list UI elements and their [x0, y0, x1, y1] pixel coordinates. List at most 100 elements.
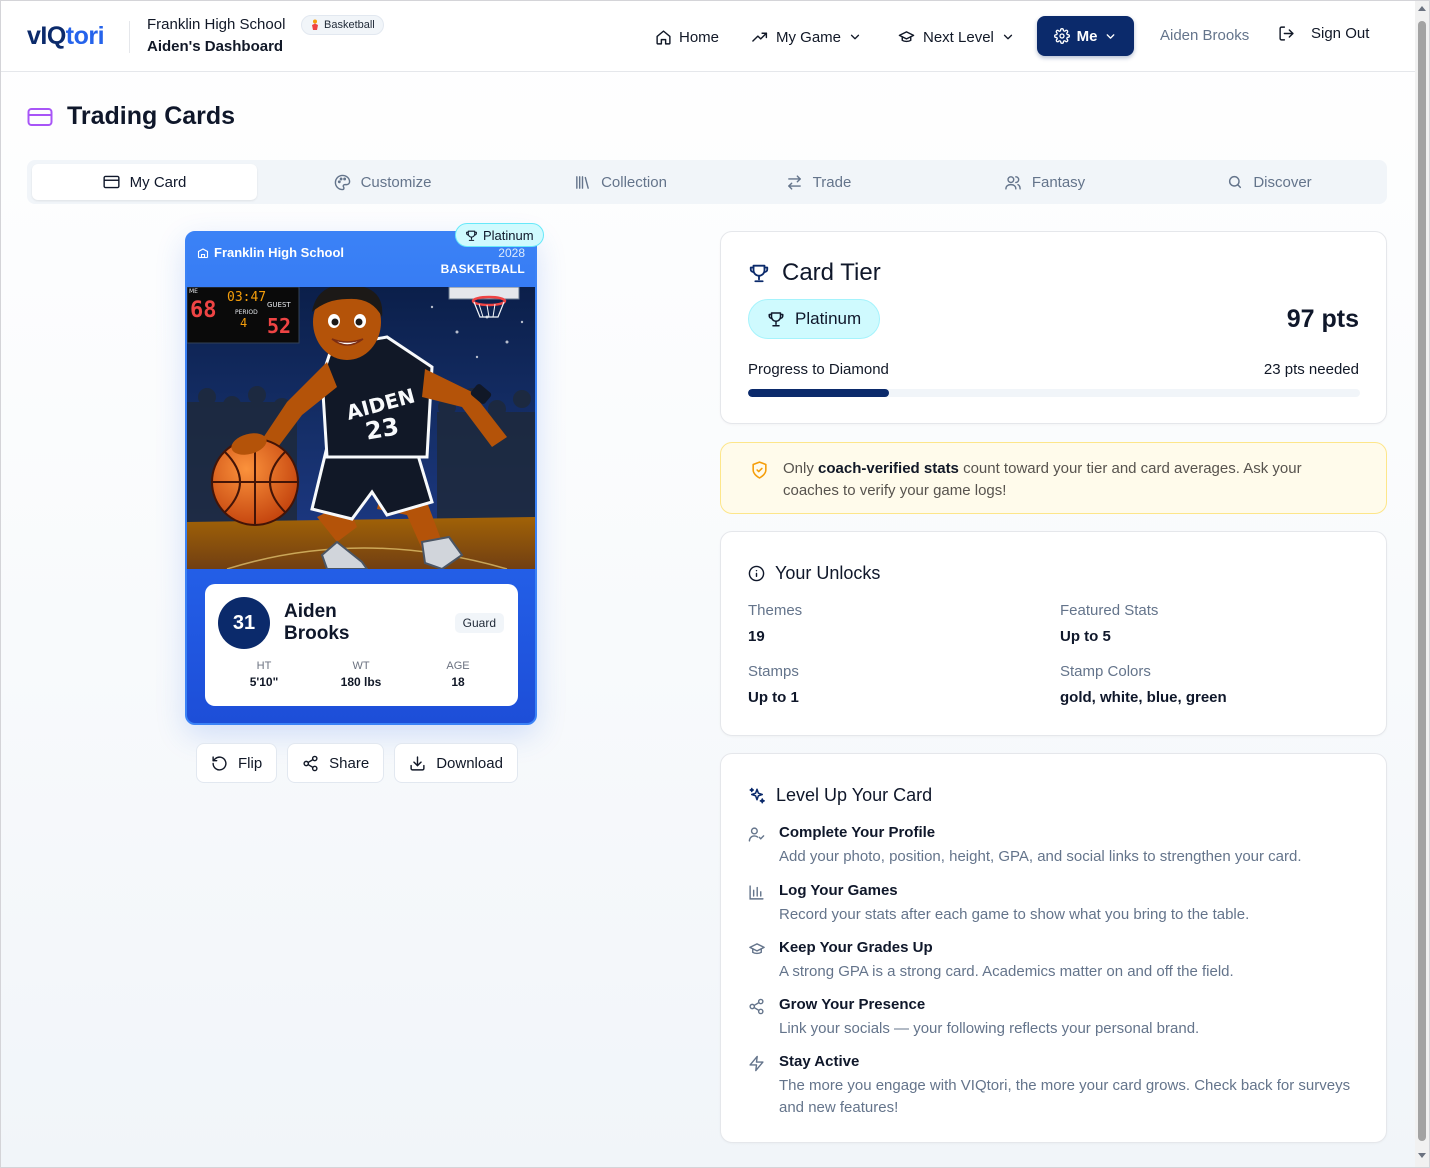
card-tier-badge-label: Platinum [483, 227, 534, 243]
scoreboard-home-label: ME [189, 288, 198, 295]
flip-button-label: Flip [238, 754, 263, 772]
scrollbar-thumb[interactable] [1418, 21, 1426, 1141]
library-icon [574, 174, 591, 191]
notice-prefix: Only [783, 460, 819, 477]
graduation-cap-icon [748, 941, 766, 958]
share-button[interactable]: Share [287, 743, 385, 783]
tab-collection-label: Collection [601, 173, 667, 191]
scroll-down-arrow-icon[interactable] [1418, 1153, 1426, 1158]
log-out-icon [1278, 25, 1295, 42]
trending-up-icon [751, 29, 769, 46]
nav-home[interactable]: Home [655, 25, 719, 49]
unlock-label: Featured Stats [1060, 602, 1159, 619]
level-up-item-desc: A strong GPA is a strong card. Academics… [779, 963, 1234, 980]
tab-customize-label: Customize [360, 173, 432, 191]
tab-fantasy[interactable]: Fantasy [932, 164, 1157, 200]
level-up-item-title: Stay Active [779, 1053, 860, 1070]
sport-badge-label: Basketball [324, 19, 375, 31]
nav-my-game[interactable]: My Game [751, 25, 862, 49]
dashboard-title: Aiden's Dashboard [147, 38, 284, 55]
bar-chart-icon [748, 884, 765, 901]
notice-text: Only coach-verified stats count toward y… [783, 458, 1343, 502]
nav-next-level[interactable]: Next Level [897, 25, 1015, 49]
card-actions: Flip Share Download [196, 743, 518, 783]
home-icon [655, 29, 672, 46]
share-button-label: Share [329, 754, 370, 772]
level-up-item-desc: The more you engage with VIQtori, the mo… [779, 1077, 1351, 1116]
palette-icon [334, 174, 351, 191]
credit-card-icon [27, 107, 53, 127]
tab-collection[interactable]: Collection [508, 164, 733, 200]
tab-customize[interactable]: Customize [270, 164, 495, 200]
jersey-number: 23 [363, 412, 401, 445]
download-icon [409, 755, 426, 772]
tier-progress-fill [748, 389, 889, 397]
credit-card-icon [103, 175, 120, 189]
logo[interactable]: vIQtori [27, 22, 105, 51]
player-illustration: 68 03:47 PERIOD 4 GUEST 52 ME AIDEN 23 [187, 287, 535, 569]
trophy-icon [465, 229, 478, 242]
points-needed: 23 pts needed [1263, 361, 1359, 378]
sparkles-icon [748, 787, 766, 805]
tab-discover[interactable]: Discover [1157, 164, 1382, 200]
shield-check-icon [750, 460, 769, 480]
nav-me-button[interactable]: Me [1037, 16, 1134, 56]
top-navigation-bar: vIQtori Franklin High School Basketball … [1, 1, 1415, 72]
trophy-icon [767, 310, 785, 328]
sport-badge: Basketball [301, 15, 384, 35]
tab-trade-label: Trade [812, 173, 852, 191]
card-stat-height: HT 5'10" [224, 660, 304, 689]
download-button[interactable]: Download [394, 743, 518, 783]
tab-trade[interactable]: Trade [706, 164, 931, 200]
card-stat-label: HT [256, 660, 272, 672]
notice-bold: coach-verified stats [818, 460, 959, 477]
card-stat-label: WT [352, 660, 370, 672]
sign-out-button[interactable]: Sign Out [1278, 25, 1369, 42]
scoreboard-clock: 03:47 [227, 290, 266, 305]
card-tier-panel: Card Tier Platinum 97 pts Progress to Di… [720, 231, 1387, 424]
basketball-player-icon [310, 19, 320, 31]
search-icon [1227, 174, 1243, 190]
nav-my-game-label: My Game [776, 28, 842, 46]
verification-notice: Only coach-verified stats count toward y… [720, 442, 1387, 514]
level-up-item: Stay Active The more you engage with VIQ… [748, 1053, 1368, 1125]
unlocks-title-label: Your Unlocks [775, 563, 881, 583]
level-up-panel: Level Up Your Card Complete Your Profile… [720, 753, 1387, 1143]
unlocks-title: Your Unlocks [748, 563, 880, 584]
trading-card[interactable]: Franklin High School 2028 BASKETBALL 68 … [185, 231, 537, 725]
level-up-item-title: Grow Your Presence [779, 996, 926, 1013]
flip-button[interactable]: Flip [196, 743, 278, 783]
level-up-item-title: Keep Your Grades Up [779, 939, 933, 956]
level-up-item: Log Your Games Record your stats after e… [748, 882, 1368, 932]
nav-me-label: Me [1076, 27, 1098, 45]
logo-accent-text: tori [65, 22, 105, 50]
user-check-icon [748, 826, 765, 843]
card-school-label: Franklin High School [214, 245, 345, 260]
level-up-item: Keep Your Grades Up A strong GPA is a st… [748, 939, 1368, 989]
sign-out-label: Sign Out [1311, 25, 1370, 42]
page-title: Trading Cards [67, 102, 236, 130]
rotate-icon [211, 755, 228, 772]
tab-discover-label: Discover [1253, 173, 1312, 191]
card-stat-value: 180 lbs [340, 675, 382, 689]
card-tier-title-label: Card Tier [782, 259, 881, 286]
unlock-label: Stamps [748, 663, 799, 680]
scroll-up-arrow-icon[interactable] [1418, 6, 1426, 11]
level-up-title: Level Up Your Card [748, 785, 932, 806]
share-icon [302, 755, 319, 772]
card-tier-badge: Platinum [455, 223, 544, 247]
download-button-label: Download [436, 754, 503, 772]
unlock-value: Up to 1 [748, 689, 799, 706]
tab-my-card[interactable]: My Card [32, 164, 257, 200]
level-up-item-desc: Link your socials — your following refle… [779, 1020, 1200, 1037]
unlock-stamps: Stamps Up to 1 [748, 663, 1048, 706]
progress-label: Progress to Diamond [748, 361, 889, 378]
card-player-name: Aiden Brooks [284, 601, 350, 644]
card-tier-title: Card Tier [748, 259, 881, 287]
scoreboard-home-score: 68 [190, 298, 217, 323]
logo-text: vIQ [27, 22, 66, 50]
chevron-down-icon [848, 30, 862, 44]
jersey-number-badge: 31 [218, 597, 270, 649]
school-name: Franklin High School [147, 16, 286, 33]
chevron-down-icon [1104, 30, 1117, 43]
